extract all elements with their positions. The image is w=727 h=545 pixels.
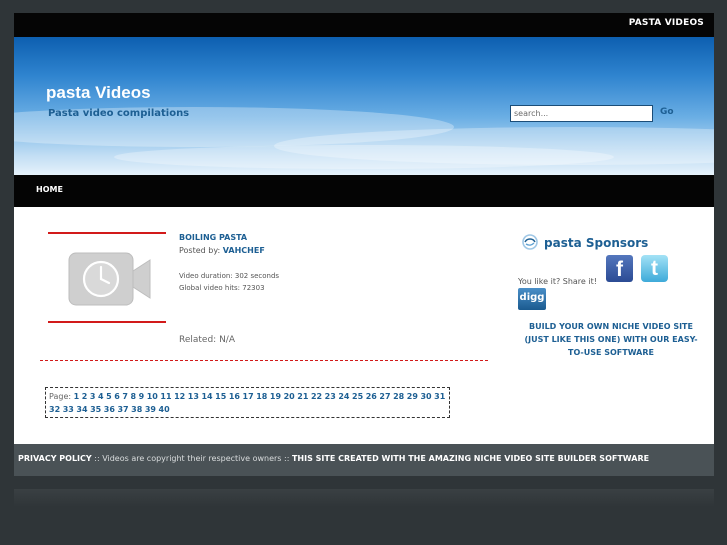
search-input[interactable]: search... <box>510 105 653 122</box>
posted-by: Posted by: VAHCHEF <box>179 246 265 255</box>
video-duration: Video duration: 302 seconds <box>179 272 280 280</box>
page-link[interactable]: 36 <box>104 405 115 414</box>
page-link[interactable]: 19 <box>270 392 281 401</box>
page-wrapper: PASTA VIDEOS pasta Videos Pasta video co… <box>14 13 714 476</box>
related-videos: Related: N/A <box>179 335 235 345</box>
page-link[interactable]: 33 <box>63 405 74 414</box>
top-site-link[interactable]: PASTA VIDEOS <box>629 18 704 28</box>
page-link[interactable]: 8 <box>130 392 136 401</box>
footer: PRIVACY POLICY :: Videos are copyright t… <box>14 444 714 476</box>
page-link[interactable]: 14 <box>201 392 212 401</box>
posted-by-label: Posted by: <box>179 246 223 255</box>
page-link[interactable]: 25 <box>352 392 363 401</box>
footer-separator: :: <box>281 454 292 463</box>
page-link[interactable]: 17 <box>243 392 254 401</box>
page-link[interactable]: 16 <box>229 392 240 401</box>
page-link[interactable]: 15 <box>215 392 226 401</box>
nav-bar: HOME <box>14 175 714 207</box>
footer-copyright: Videos are copyright their respective ow… <box>102 454 282 463</box>
page-link[interactable]: 6 <box>114 392 120 401</box>
page-link[interactable]: 7 <box>122 392 128 401</box>
page-link[interactable]: 32 <box>49 405 60 414</box>
site-builder-link[interactable]: THIS SITE CREATED WITH THE AMAZING NICHE… <box>292 454 649 463</box>
footer-separator: :: <box>91 454 103 463</box>
go-button[interactable]: Go <box>660 107 674 117</box>
main-content: BOILING PASTA Posted by: VAHCHEF Video d… <box>14 207 714 444</box>
page-link[interactable]: 3 <box>90 392 96 401</box>
footer-line: PRIVACY POLICY :: Videos are copyright t… <box>18 454 649 463</box>
share-prompt: You like it? Share it! <box>518 277 597 286</box>
page-link[interactable]: 38 <box>131 405 142 414</box>
video-title-link[interactable]: BOILING PASTA <box>179 233 247 242</box>
digg-icon[interactable]: digg <box>518 288 546 310</box>
page-link[interactable]: 31 <box>434 392 445 401</box>
page-link[interactable]: 27 <box>379 392 390 401</box>
video-camera-clock-icon[interactable] <box>68 251 152 307</box>
page-link[interactable]: 29 <box>407 392 418 401</box>
page-link[interactable]: 21 <box>297 392 308 401</box>
page-link[interactable]: 2 <box>82 392 88 401</box>
page-link[interactable]: 26 <box>366 392 377 401</box>
pagination: Page: 1 2 3 4 5 6 7 8 9 10 11 12 13 14 1… <box>45 387 450 418</box>
page-link[interactable]: 12 <box>174 392 185 401</box>
page-link[interactable]: 34 <box>76 405 87 414</box>
pagination-links: 1 2 3 4 5 6 7 8 9 10 11 12 13 14 15 16 1… <box>49 392 445 414</box>
page-link[interactable]: 40 <box>159 405 170 414</box>
page-link[interactable]: 30 <box>420 392 431 401</box>
sponsor-title: pasta Sponsors <box>544 236 649 250</box>
page-link[interactable]: 4 <box>98 392 104 401</box>
sky-cloud-decoration <box>114 145 614 169</box>
page-link[interactable]: 37 <box>117 405 128 414</box>
page-link[interactable]: 22 <box>311 392 322 401</box>
sponsor-swirl-icon <box>522 234 538 250</box>
page-link[interactable]: 23 <box>325 392 336 401</box>
page-link[interactable]: 39 <box>145 405 156 414</box>
site-title[interactable]: pasta Videos <box>46 83 151 103</box>
video-hits: Global video hits: 72303 <box>179 284 265 292</box>
thumbnail-top-rule <box>48 232 166 234</box>
page-link[interactable]: 28 <box>393 392 404 401</box>
page-link[interactable]: 24 <box>338 392 349 401</box>
page-link[interactable]: 18 <box>256 392 267 401</box>
page-link[interactable]: 20 <box>284 392 295 401</box>
site-tagline: Pasta video compilations <box>48 108 190 119</box>
content-divider <box>40 360 488 361</box>
page-bottom-shadow <box>14 489 714 507</box>
nav-home-link[interactable]: HOME <box>36 185 63 194</box>
twitter-icon[interactable]: t <box>641 255 668 282</box>
page-link[interactable]: 11 <box>160 392 171 401</box>
page-link[interactable]: 10 <box>147 392 158 401</box>
top-bar: PASTA VIDEOS <box>14 13 714 37</box>
thumbnail-bottom-rule <box>48 321 166 323</box>
page-link[interactable]: 13 <box>188 392 199 401</box>
page-link[interactable]: 35 <box>90 405 101 414</box>
page-link[interactable]: 5 <box>106 392 112 401</box>
page-link[interactable]: 1 <box>74 392 80 401</box>
pagination-label: Page: <box>49 392 74 401</box>
page-link[interactable]: 9 <box>139 392 145 401</box>
header-banner: pasta Videos Pasta video compilations se… <box>14 37 714 175</box>
privacy-policy-link[interactable]: PRIVACY POLICY <box>18 454 92 463</box>
build-site-link[interactable]: BUILD YOUR OWN NICHE VIDEO SITE (JUST LI… <box>518 320 704 359</box>
author-link[interactable]: VAHCHEF <box>223 246 265 255</box>
facebook-icon[interactable]: f <box>606 255 633 282</box>
